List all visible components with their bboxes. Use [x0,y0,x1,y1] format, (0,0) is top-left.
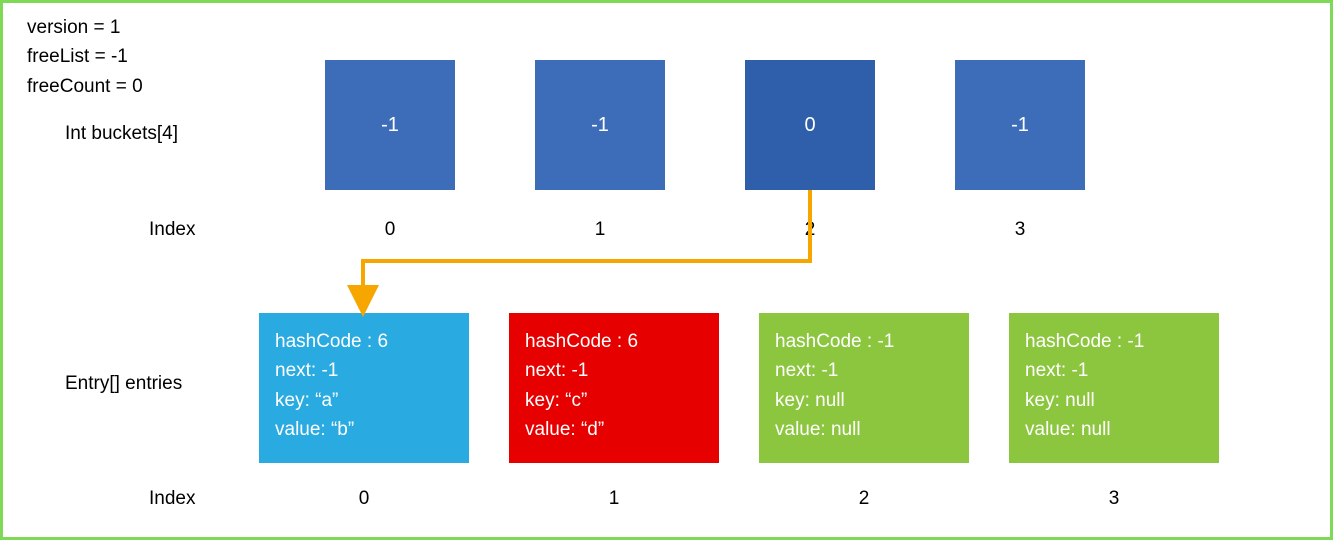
entry-next: next: -1 [775,356,955,385]
entry-key: key: “c” [525,386,705,415]
entries-label: Entry[] entries [65,373,182,395]
buckets-label: Int buckets[4] [65,123,178,145]
entry-key: key: null [775,386,955,415]
buckets-row: -1 -1 0 -1 [325,60,1085,190]
bucket-index-row: 0 1 2 3 [325,219,1085,241]
bucket-cell: -1 [325,60,455,190]
index-label-top: Index [149,219,195,241]
entry-cell: hashCode : -1 next: -1 key: null value: … [759,313,969,463]
entry-next: next: -1 [1025,356,1205,385]
entry-hashcode: hashCode : 6 [275,327,455,356]
entry-index-row: 0 1 2 3 [259,488,1219,510]
entry-hashcode: hashCode : -1 [1025,327,1205,356]
entry-value: value: “b” [275,415,455,444]
bucket-index: 2 [745,219,875,241]
entry-key: key: null [1025,386,1205,415]
entry-index: 3 [1009,488,1219,510]
meta-block: version = 1 freeList = -1 freeCount = 0 [27,13,143,101]
entries-row: hashCode : 6 next: -1 key: “a” value: “b… [259,313,1219,463]
diagram-frame: version = 1 freeList = -1 freeCount = 0 … [0,0,1333,540]
entry-key: key: “a” [275,386,455,415]
bucket-index: 1 [535,219,665,241]
entry-index: 1 [509,488,719,510]
entry-next: next: -1 [525,356,705,385]
entry-index: 2 [759,488,969,510]
entry-cell: hashCode : 6 next: -1 key: “c” value: “d… [509,313,719,463]
entry-value: value: null [775,415,955,444]
entry-value: value: “d” [525,415,705,444]
freecount-line: freeCount = 0 [27,72,143,101]
bucket-cell: 0 [745,60,875,190]
entry-cell: hashCode : 6 next: -1 key: “a” value: “b… [259,313,469,463]
entry-hashcode: hashCode : 6 [525,327,705,356]
bucket-index: 0 [325,219,455,241]
entry-hashcode: hashCode : -1 [775,327,955,356]
index-label-bottom: Index [149,488,195,510]
version-line: version = 1 [27,13,143,42]
entry-next: next: -1 [275,356,455,385]
freelist-line: freeList = -1 [27,42,143,71]
entry-cell: hashCode : -1 next: -1 key: null value: … [1009,313,1219,463]
entry-value: value: null [1025,415,1205,444]
bucket-index: 3 [955,219,1085,241]
bucket-cell: -1 [535,60,665,190]
entry-index: 0 [259,488,469,510]
bucket-cell: -1 [955,60,1085,190]
